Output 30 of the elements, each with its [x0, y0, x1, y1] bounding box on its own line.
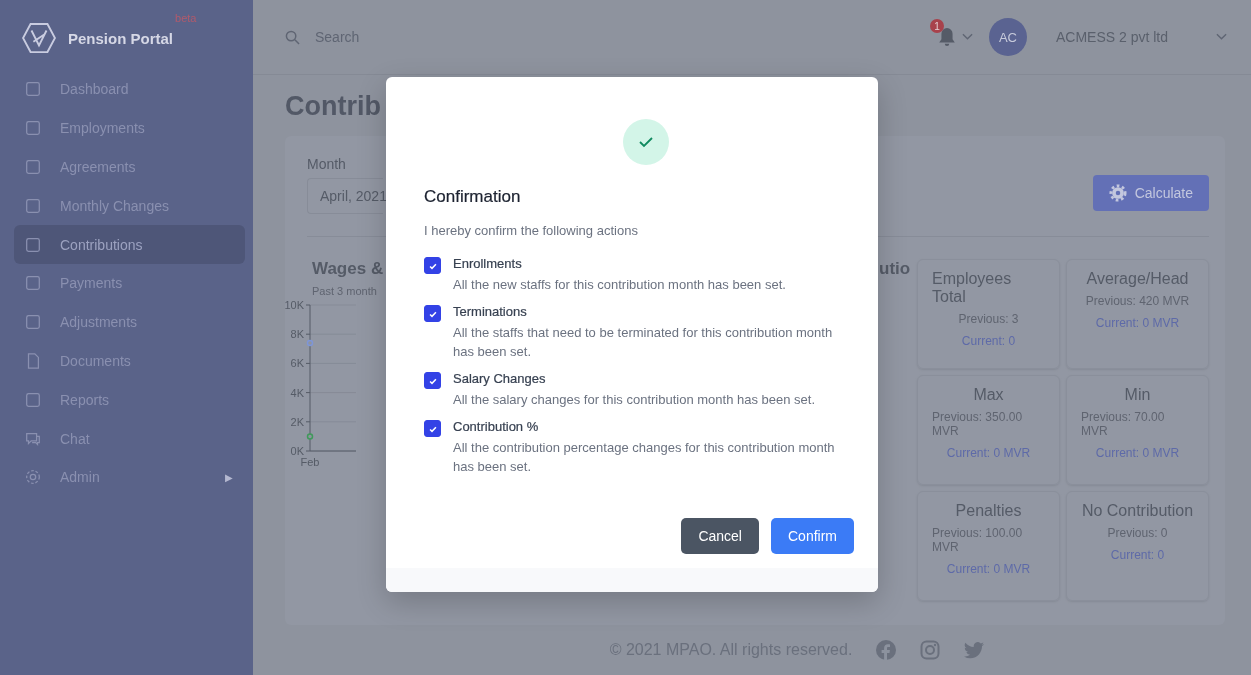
stat-title: Max: [973, 386, 1004, 404]
section-title: utio: [879, 259, 911, 279]
checkbox-label: Salary Changes: [453, 371, 547, 386]
checkbox-description: All the staffs that need to be terminated for this contribution month has been set.: [453, 324, 834, 361]
checkbox-description: All the salary changes for this contribution month has been set.: [453, 391, 816, 409]
checkbox-description: All the new staffs for this contribution month has been set.: [453, 276, 786, 294]
checkbox-label: Contribution %: [453, 419, 540, 434]
page-title: Contrib: [285, 91, 381, 122]
checkbox-label: Enrollments: [453, 256, 523, 271]
y-tick-label: 2K: [290, 415, 305, 428]
stat-title: Min: [1124, 386, 1151, 404]
y-tick-label: 0K: [290, 445, 305, 457]
y-tick-label: 10K: [284, 299, 305, 311]
y-tick-label: 4K: [290, 386, 305, 399]
month-label: Month: [307, 156, 347, 172]
stat-title: Employees Total: [932, 270, 1013, 306]
brand-name: Pension Portal: [68, 29, 174, 47]
stat-title: Average/Head: [1086, 270, 1189, 288]
y-tick-label: 6K: [290, 357, 305, 370]
checkbox-description: All the contribution percentage changes for this contribution month has been set.: [453, 439, 836, 476]
checkbox-label: Terminations: [453, 304, 528, 319]
stat-title: Penalties: [955, 502, 1022, 520]
dialog-intro: I hereby confirm the following actions: [424, 223, 639, 238]
beta-label: beta: [175, 12, 197, 24]
x-tick-label: Feb: [300, 456, 320, 468]
stat-title: No Contribution: [1081, 502, 1194, 520]
y-tick-label: 8K: [290, 328, 305, 341]
notification-count: 1: [929, 19, 944, 33]
dialog-title: Confirmation: [424, 187, 522, 207]
chart-title: Wages &: [312, 259, 384, 279]
